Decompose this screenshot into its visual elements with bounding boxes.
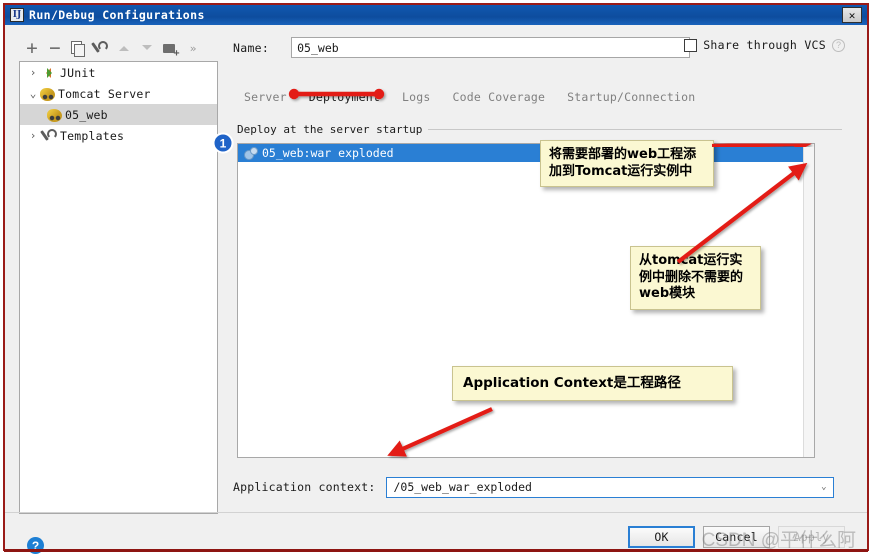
tomcat-icon xyxy=(40,88,55,101)
triangle-up-icon xyxy=(119,41,129,51)
share-through-vcs-label: Share through VCS xyxy=(703,38,826,52)
name-label: Name: xyxy=(233,40,270,55)
annotation-note-remove: 从tomcat运行实例中删除不需要的web模块 xyxy=(630,246,761,310)
tomcat-icon xyxy=(47,109,62,122)
remove-configuration-button[interactable]: − xyxy=(44,37,66,59)
sidebar-item-junit[interactable]: › JUnit xyxy=(20,62,217,83)
title-bar: IJ Run/Debug Configurations ✕ xyxy=(5,5,867,25)
tab-bar: Server Deployment Logs Code Coverage Sta… xyxy=(233,87,849,111)
artifact-icon xyxy=(244,146,258,160)
divider xyxy=(5,512,867,513)
deploy-legend-label: Deploy at the server startup xyxy=(237,123,423,136)
ok-button[interactable]: OK xyxy=(628,526,695,548)
share-through-vcs-row[interactable]: Share through VCS ? xyxy=(684,38,845,52)
table-row[interactable]: 05_web:war exploded xyxy=(238,144,814,162)
tree-toolbar: + − » xyxy=(19,35,218,61)
configurations-panel: + − » › JUnit ⌄ Tomcat Server xyxy=(19,35,218,514)
chevron-right-icon[interactable]: › xyxy=(26,129,40,142)
minus-icon: − xyxy=(49,36,61,59)
close-icon[interactable]: ✕ xyxy=(842,7,862,23)
application-context-value: /05_web_war_exploded xyxy=(393,480,532,494)
watermark: CSDN @平什么阿 xyxy=(701,530,856,551)
application-context-input[interactable]: /05_web_war_exploded ⌄ xyxy=(386,476,835,498)
more-options-button[interactable]: » xyxy=(182,37,204,59)
annotation-note-context: Application Context是工程路径 xyxy=(452,366,733,402)
scrollbar[interactable] xyxy=(803,144,814,457)
sidebar-item-label: Templates xyxy=(60,128,125,143)
triangle-down-icon xyxy=(142,45,152,55)
move-up-button[interactable] xyxy=(113,37,135,59)
plus-icon: + xyxy=(26,36,38,59)
chevron-right-icon[interactable]: › xyxy=(26,66,40,79)
idea-logo-icon: IJ xyxy=(10,8,24,22)
sidebar-item-label: 05_web xyxy=(65,107,108,122)
add-configuration-button[interactable]: + xyxy=(21,37,43,59)
deploy-legend: Deploy at the server startup xyxy=(237,123,842,136)
chevron-down-icon[interactable]: ⌄ xyxy=(821,482,829,492)
tab-logs[interactable]: Logs xyxy=(391,87,442,108)
wrench-icon xyxy=(40,128,57,144)
junit-icon xyxy=(40,65,57,81)
divider xyxy=(428,129,842,130)
share-through-vcs-checkbox[interactable] xyxy=(684,38,698,52)
tab-code-coverage[interactable]: Code Coverage xyxy=(442,87,557,108)
sidebar-item-templates[interactable]: › Templates xyxy=(20,125,217,146)
window-title: Run/Debug Configurations xyxy=(29,8,205,22)
tab-server[interactable]: Server xyxy=(233,87,298,108)
sidebar-item-tomcat-server[interactable]: ⌄ Tomcat Server xyxy=(20,83,217,104)
sidebar-item-05-web[interactable]: 05_web xyxy=(20,104,217,125)
application-context-label: Application context: xyxy=(233,480,376,494)
copy-configuration-button[interactable] xyxy=(67,37,89,59)
name-input[interactable] xyxy=(291,37,691,58)
sidebar-item-label: Tomcat Server xyxy=(58,86,151,101)
artifact-label: 05_web:war exploded xyxy=(262,146,394,160)
move-down-button[interactable] xyxy=(136,37,158,59)
copy-icon xyxy=(71,40,85,57)
help-icon[interactable]: ? xyxy=(27,537,44,554)
sidebar-item-label: JUnit xyxy=(60,65,96,80)
move-into-folder-button[interactable] xyxy=(159,37,181,59)
name-row: Name: xyxy=(233,37,691,58)
wrench-icon xyxy=(91,40,108,56)
edit-templates-button[interactable] xyxy=(90,37,112,59)
tab-startup-connection[interactable]: Startup/Connection xyxy=(556,87,706,108)
configurations-tree[interactable]: › JUnit ⌄ Tomcat Server 05_web › Templat… xyxy=(19,61,218,514)
chevron-down-icon[interactable]: ⌄ xyxy=(26,87,40,100)
annotation-note-add: 将需要部署的web工程添加到Tomcat运行实例中 xyxy=(540,140,714,188)
application-context-row: Application context: /05_web_war_explode… xyxy=(233,475,850,499)
help-icon[interactable]: ? xyxy=(832,38,845,52)
folder-add-icon xyxy=(162,42,180,59)
tab-deployment[interactable]: Deployment xyxy=(298,87,391,108)
